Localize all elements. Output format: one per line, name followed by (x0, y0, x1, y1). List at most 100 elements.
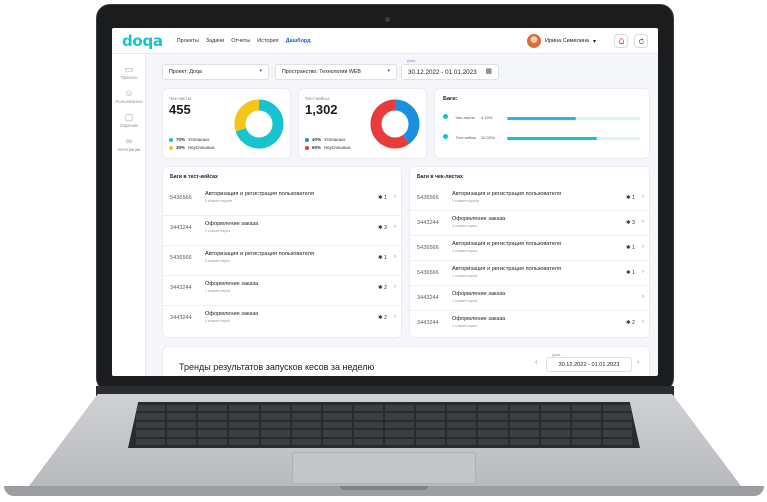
bell-icon[interactable] (614, 34, 628, 48)
project-select-value: Проект: Доqа (169, 69, 202, 75)
sidebar-item-integrations[interactable]: ∞ Интеграции (112, 136, 146, 152)
top-bar: doqa Проекты Задачи Отчеты История Дашбо… (112, 28, 658, 54)
sidebar-item-label: Задачник (119, 123, 139, 128)
key (322, 405, 352, 412)
success-pct: 70% (176, 137, 186, 142)
chevron-right-icon[interactable]: › (394, 314, 396, 320)
success-label: Успешных (188, 137, 210, 142)
refresh-icon[interactable] (634, 34, 648, 48)
row-id: 5436566 (170, 195, 192, 201)
bug-count: ✱ 1 (626, 245, 635, 251)
user-menu[interactable]: Ирина Симилина ▾ (527, 34, 596, 48)
key (602, 438, 632, 445)
key (509, 421, 539, 429)
bug-count-value: 1 (384, 255, 387, 261)
key (353, 430, 383, 437)
row-name: Оформление заказа (205, 311, 259, 317)
keyboard (128, 402, 640, 448)
row-id: 3443244 (170, 315, 192, 321)
chevron-right-icon[interactable]: › (394, 284, 396, 290)
project-select[interactable]: Проект: Доqа ▾ (162, 64, 269, 80)
fail-dot (305, 145, 309, 150)
key (571, 413, 601, 420)
date-range-input[interactable]: 30.12.2022 - 01.01.2023 ▦ (401, 64, 499, 80)
key (509, 430, 539, 437)
fail-pct: 30% (176, 145, 186, 150)
testcases-label: Тест-кейсы: (305, 96, 331, 101)
nav-tasks[interactable]: Задачи (206, 38, 224, 44)
testcases-card: Тест-кейсы: 1,302 40% Успешных 60% Неусп… (298, 88, 427, 159)
checklists-donut (234, 99, 284, 149)
list-item[interactable]: 3443244 Оформление заказа 1 комментарий ✱ 2… (163, 276, 401, 306)
key (198, 438, 228, 445)
key (571, 430, 601, 437)
chevron-right-icon[interactable]: › (394, 224, 396, 230)
space-select[interactable]: Пространство: Технологии WEB ▾ (275, 64, 397, 80)
key (291, 413, 321, 420)
next-arrow-icon[interactable]: › (637, 359, 639, 366)
sidebar-item-label: Интеграции (117, 147, 141, 152)
bugs-card: Баги: Чек-листы 4.13% Тест-кейсы 10.33% (434, 88, 650, 159)
key (136, 438, 166, 445)
key (198, 421, 228, 429)
row-name: Авторизация и регистрация пользователя (452, 191, 561, 197)
chevron-right-icon[interactable]: › (642, 269, 644, 275)
key (540, 438, 570, 445)
list-item[interactable]: 5436566 Авторизация и регистрация пользов… (410, 186, 649, 211)
list-item[interactable]: 3443244 Оформление заказа 4 комментария ✱ 2… (410, 311, 649, 336)
key (602, 430, 632, 437)
list-item[interactable]: 5436566 Авторизация и регистрация пользов… (410, 236, 649, 261)
key (198, 405, 228, 412)
key (229, 421, 259, 429)
chevron-right-icon[interactable]: › (642, 319, 644, 325)
chevron-right-icon[interactable]: › (642, 294, 644, 300)
list-item[interactable]: 3443244 Оформление заказа 1 комментарий › (410, 286, 649, 311)
bug-row-testcases: Тест-кейсы 10.33% (443, 134, 495, 141)
calendar-icon[interactable]: ▦ (485, 67, 492, 75)
key (353, 421, 383, 429)
key (136, 413, 166, 420)
testcases-donut (370, 99, 420, 149)
key (167, 430, 197, 437)
sidebar-item-projects[interactable]: ▭ Проекты (112, 64, 146, 80)
sidebar-item-tasks[interactable]: ▢ Задачник (112, 112, 146, 128)
row-name: Оформление заказа (452, 291, 506, 297)
key (198, 413, 228, 420)
checklists-card: Чек-листы: 455 70% Успешных 30% Неуспешн… (162, 88, 291, 159)
chevron-right-icon[interactable]: › (642, 219, 644, 225)
chevron-right-icon[interactable]: › (394, 254, 396, 260)
key (571, 438, 601, 445)
list-item[interactable]: 5436566 Авторизация и регистрация пользов… (163, 186, 401, 216)
key (167, 421, 197, 429)
success-dot (169, 137, 173, 142)
nav-projects[interactable]: Проекты (177, 38, 199, 44)
list-item[interactable]: 5436566 Авторизация и регистрация пользов… (410, 261, 649, 286)
list-item[interactable]: 5436566 Авторизация и регистрация пользов… (163, 246, 401, 276)
list-item[interactable]: 3443244 Оформление заказа 2 комментария ✱ 3… (163, 216, 401, 246)
chevron-right-icon[interactable]: › (394, 194, 396, 200)
key (229, 430, 259, 437)
nav-reports[interactable]: Отчеты (231, 38, 250, 44)
app-logo[interactable]: doqa (122, 32, 163, 50)
link-icon: ∞ (125, 136, 133, 146)
legend-fail: 60% Неуспешных (305, 145, 351, 150)
folder-icon: ▭ (124, 64, 134, 74)
list-item[interactable]: 3443244 Оформление заказа 2 комментария ✱ 3… (410, 211, 649, 236)
chevron-right-icon[interactable]: › (642, 194, 644, 200)
key (602, 421, 632, 429)
bug-row-pct: 4.13% (481, 115, 493, 120)
key (416, 405, 446, 412)
key (416, 421, 446, 429)
key (478, 438, 508, 445)
trends-date-range[interactable]: 30.12.2022 - 01.01.2023 (546, 357, 632, 372)
key (260, 405, 290, 412)
sidebar-item-users[interactable]: ☺ Пользователи (112, 88, 146, 104)
nav-dashboard[interactable]: Дашборд (286, 38, 311, 44)
prev-arrow-icon[interactable]: ‹ (535, 359, 537, 366)
sidebar: ▭ Проекты ☺ Пользователи ▢ Задачник ∞ Ин… (112, 54, 146, 376)
bug-count: ✱ 1 (378, 195, 387, 201)
nav-history[interactable]: История (257, 38, 278, 44)
chevron-right-icon[interactable]: › (642, 244, 644, 250)
list-item[interactable]: 3443244 Оформление заказа 4 комментария ✱ 2… (163, 306, 401, 336)
fail-label: Неуспешных (188, 145, 215, 150)
